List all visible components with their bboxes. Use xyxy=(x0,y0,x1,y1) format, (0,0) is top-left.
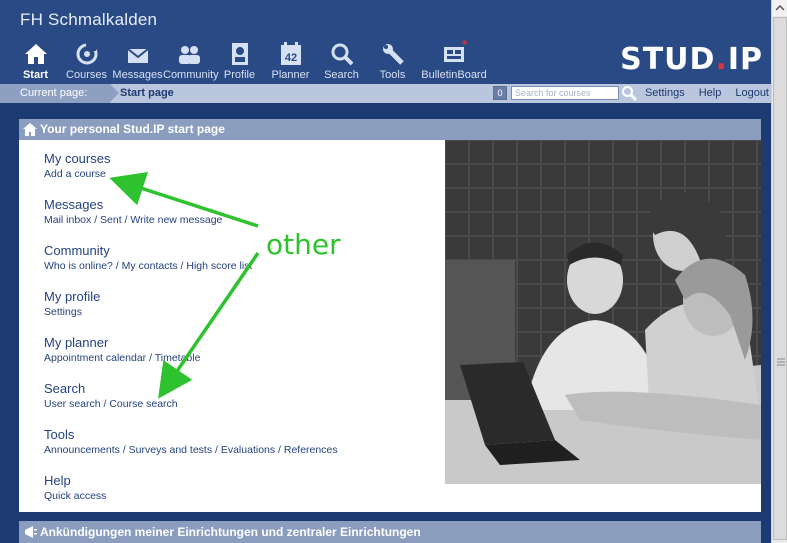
start-links: My courses Add a course Messages Mail in… xyxy=(44,151,338,519)
my-courses-link[interactable]: My courses xyxy=(44,151,338,166)
home-icon xyxy=(10,40,61,66)
nav-courses[interactable]: Courses xyxy=(61,40,112,81)
top-links: Settings Help Logout xyxy=(645,87,769,99)
my-profile-sublinks[interactable]: Settings xyxy=(44,306,338,318)
profile-icon xyxy=(214,40,265,66)
my-courses-sublinks[interactable]: Add a course xyxy=(44,168,338,180)
search-icon xyxy=(316,40,367,66)
svg-text:*: * xyxy=(462,40,467,51)
nav-search[interactable]: Search xyxy=(316,40,367,81)
grip-icon xyxy=(777,358,785,366)
messages-link[interactable]: Messages xyxy=(44,197,338,212)
my-planner-sublinks[interactable]: Appointment calendar / Timetable xyxy=(44,352,338,364)
mail-icon xyxy=(112,40,163,66)
courses-icon xyxy=(61,40,112,66)
logout-link[interactable]: Logout xyxy=(735,87,769,99)
group-my-profile: My profile Settings xyxy=(44,289,338,335)
community-sublinks[interactable]: Who is online? / My contacts / High scor… xyxy=(44,260,338,272)
search-button[interactable] xyxy=(621,85,638,102)
my-planner-link[interactable]: My planner xyxy=(44,335,338,350)
main-navigation: Start Courses Messages Community Profile xyxy=(10,40,490,81)
start-page-panel: Your personal Stud.IP start page My cour… xyxy=(19,119,761,512)
announcement-icon xyxy=(25,526,37,538)
course-search-input[interactable] xyxy=(511,86,619,100)
group-my-courses: My courses Add a course xyxy=(44,151,338,197)
help-sublinks[interactable]: Quick access xyxy=(44,490,338,502)
nav-messages[interactable]: Messages xyxy=(112,40,163,81)
bulletin-board-icon: * xyxy=(418,40,490,66)
messages-sublinks[interactable]: Mail inbox / Sent / Write new message xyxy=(44,214,338,226)
home-icon xyxy=(23,123,37,136)
page-scrollbar[interactable] xyxy=(771,0,787,543)
search-sublinks[interactable]: User search / Course search xyxy=(44,398,338,410)
calendar-icon: 42 xyxy=(265,40,316,66)
nav-tools[interactable]: Tools xyxy=(367,40,418,81)
group-tools: Tools Announcements / Surveys and tests … xyxy=(44,427,338,473)
notification-counter[interactable]: 0 xyxy=(493,86,507,100)
announcements-title: Ankündigungen meiner Einrichtungen und z… xyxy=(40,525,421,539)
breadcrumb-page: Start page xyxy=(120,87,174,99)
search-link[interactable]: Search xyxy=(44,381,338,396)
my-profile-link[interactable]: My profile xyxy=(44,289,338,304)
site-title: FH Schmalkalden xyxy=(20,10,158,29)
scroll-thumb[interactable] xyxy=(773,17,787,540)
wrench-icon xyxy=(367,40,418,66)
panel-title: Your personal Stud.IP start page xyxy=(40,122,225,136)
search-icon xyxy=(622,86,638,102)
students-photo xyxy=(445,140,761,484)
nav-community[interactable]: Community xyxy=(163,40,219,81)
chevron-up-icon xyxy=(775,4,785,11)
group-my-planner: My planner Appointment calendar / Timeta… xyxy=(44,335,338,381)
group-help: Help Quick access xyxy=(44,473,338,519)
panel-header: Your personal Stud.IP start page xyxy=(19,119,761,140)
scroll-up-button[interactable] xyxy=(772,0,787,16)
breadcrumb-arrow xyxy=(110,84,119,102)
nav-planner[interactable]: 42 Planner xyxy=(265,40,316,81)
nav-profile[interactable]: Profile xyxy=(214,40,265,81)
nav-start[interactable]: Start xyxy=(10,40,61,81)
nav-bulletin-board[interactable]: * BulletinBoard xyxy=(418,40,490,81)
help-link[interactable]: Help xyxy=(699,87,722,99)
breadcrumb: Current page: Start page 0 Settings Help… xyxy=(0,84,771,103)
top-header: FH Schmalkalden Start Courses Messages C… xyxy=(0,0,771,84)
stud-ip-logo[interactable]: STUD.IP xyxy=(620,42,763,77)
group-search: Search User search / Course search xyxy=(44,381,338,427)
settings-link[interactable]: Settings xyxy=(645,87,685,99)
annotation-label: other xyxy=(266,228,341,261)
svg-text:42: 42 xyxy=(284,52,296,64)
announcements-panel-header: Ankündigungen meiner Einrichtungen und z… xyxy=(19,521,761,543)
breadcrumb-label: Current page: xyxy=(0,84,110,103)
tools-sublinks[interactable]: Announcements / Surveys and tests / Eval… xyxy=(44,444,338,456)
community-icon xyxy=(163,40,214,66)
help-link-main[interactable]: Help xyxy=(44,473,338,488)
tools-link[interactable]: Tools xyxy=(44,427,338,442)
